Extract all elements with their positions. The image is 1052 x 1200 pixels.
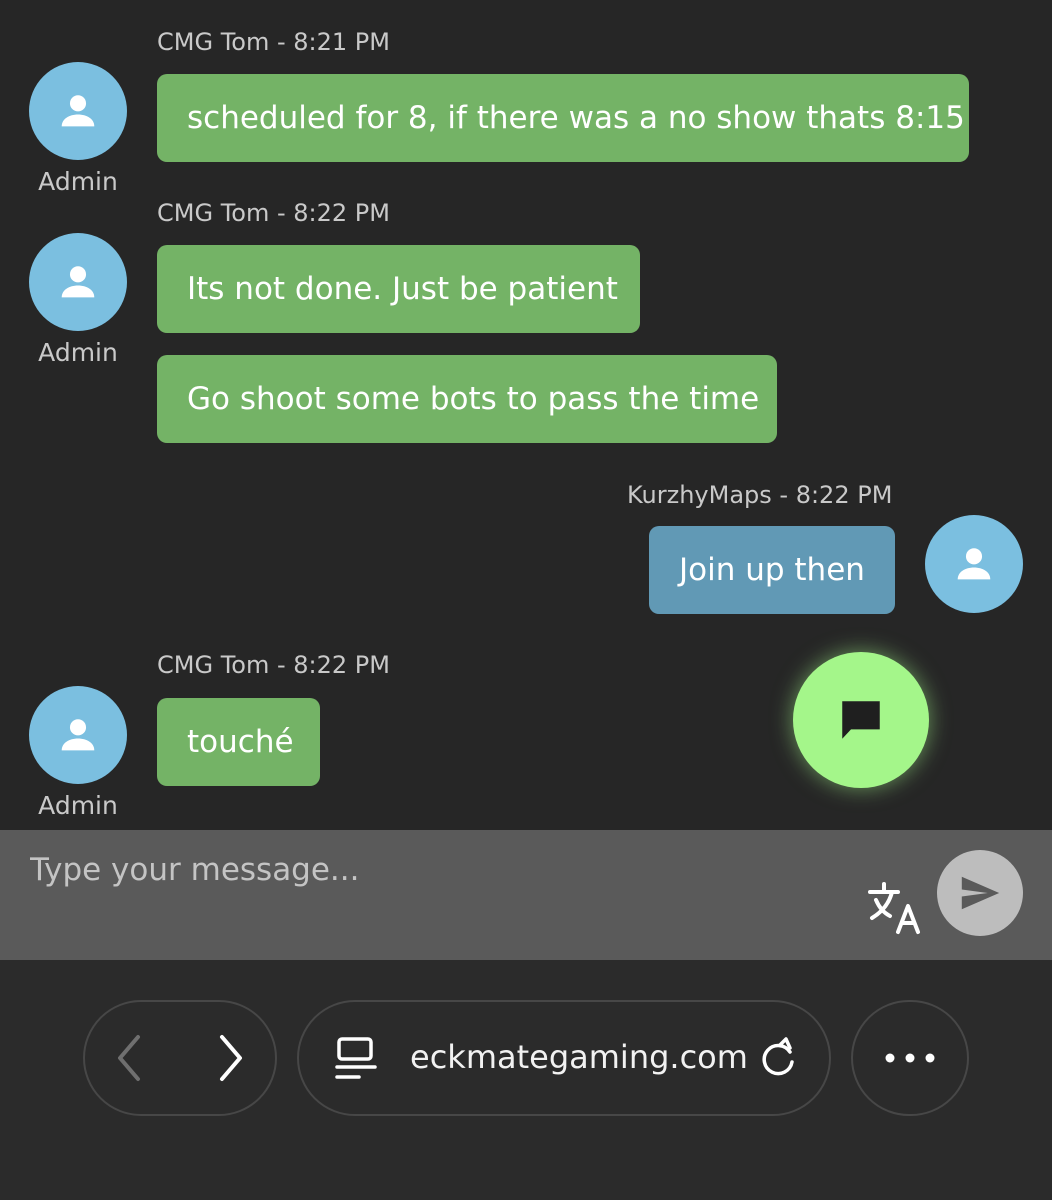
translate-icon[interactable] xyxy=(866,880,926,935)
sender-role: Admin xyxy=(38,338,118,367)
avatar[interactable] xyxy=(29,233,127,331)
chevron-right-icon[interactable] xyxy=(214,1033,248,1083)
more-icon xyxy=(885,1053,935,1063)
message-meta: CMG Tom - 8:22 PM xyxy=(157,199,390,227)
person-icon xyxy=(61,719,95,751)
reload-icon[interactable] xyxy=(756,1036,800,1080)
chat-bubble-icon xyxy=(842,701,880,739)
message-meta: CMG Tom - 8:21 PM xyxy=(157,28,390,56)
message-bubble[interactable]: scheduled for 8, if there was a no show … xyxy=(157,74,969,162)
chat-log: CMG Tom - 8:21 PM Admin scheduled for 8,… xyxy=(0,0,1052,830)
avatar[interactable] xyxy=(29,62,127,160)
person-icon xyxy=(61,95,95,127)
chat-fab-button[interactable] xyxy=(793,652,929,788)
person-icon xyxy=(957,548,991,580)
person-icon xyxy=(61,266,95,298)
chevron-left-icon[interactable] xyxy=(112,1033,146,1083)
message-bubble[interactable]: Go shoot some bots to pass the time xyxy=(157,355,777,443)
message-bubble[interactable]: Join up then xyxy=(649,526,895,614)
message-meta: CMG Tom - 8:22 PM xyxy=(157,651,390,679)
sender-role: Admin xyxy=(38,167,118,196)
avatar[interactable] xyxy=(29,686,127,784)
message-bubble[interactable]: touché xyxy=(157,698,320,786)
avatar[interactable] xyxy=(925,515,1023,613)
sender-role: Admin xyxy=(38,791,118,820)
message-composer xyxy=(0,830,1052,960)
message-input[interactable] xyxy=(0,830,850,910)
page-menu-icon[interactable] xyxy=(334,1036,378,1082)
message-meta: KurzhyMaps - 8:22 PM xyxy=(627,481,893,509)
message-bubble[interactable]: Its not done. Just be patient xyxy=(157,245,640,333)
url-text: eckmategaming.com xyxy=(410,1038,748,1076)
send-icon xyxy=(961,876,1000,910)
send-button[interactable] xyxy=(937,850,1023,936)
